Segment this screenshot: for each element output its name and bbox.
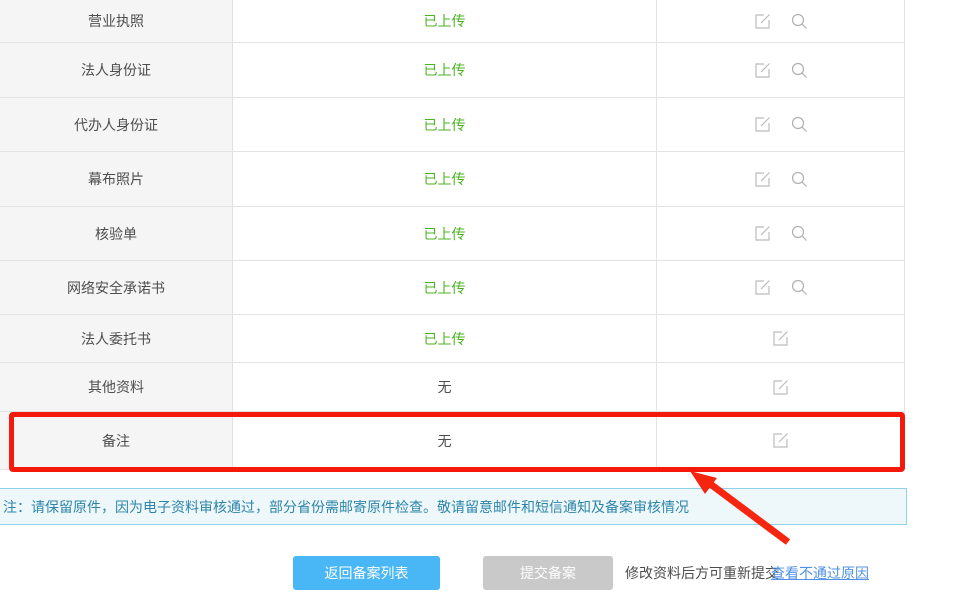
status-text: 无	[233, 363, 657, 411]
row-label: 幕布照片	[0, 152, 233, 206]
edit-icon[interactable]	[753, 12, 772, 31]
row-label: 其他资料	[0, 363, 233, 411]
table-row: 其他资料 无	[0, 363, 905, 412]
row-label: 代办人身份证	[0, 98, 233, 151]
status-text: 已上传	[233, 0, 657, 42]
table-row-remark: 备注 无	[0, 412, 905, 470]
magnifier-icon[interactable]	[790, 115, 809, 134]
row-label: 法人委托书	[0, 315, 233, 362]
edit-icon[interactable]	[771, 329, 790, 348]
edit-icon[interactable]	[753, 278, 772, 297]
submit-filing-button[interactable]: 提交备案	[483, 556, 613, 590]
status-text: 无	[233, 412, 657, 469]
note-bar: 注：请保留原件，因为电子资料审核通过，部分省份需邮寄原件检查。敬请留意邮件和短信…	[0, 488, 907, 525]
edit-icon[interactable]	[753, 170, 772, 189]
row-label: 网络安全承诺书	[0, 261, 233, 314]
row-label: 核验单	[0, 207, 233, 260]
note-text: 注：请保留原件，因为电子资料审核通过，部分省份需邮寄原件检查。敬请留意邮件和短信…	[0, 497, 689, 517]
view-rejection-reason-link[interactable]: 查看不通过原因	[771, 556, 869, 590]
status-text: 已上传	[233, 98, 657, 151]
document-table: 营业执照 已上传 法人身份证 已上传 代办人身份证 已上传 幕布照片 已上传 核…	[0, 0, 905, 470]
table-row: 法人委托书 已上传	[0, 315, 905, 363]
edit-icon[interactable]	[771, 378, 790, 397]
table-row: 代办人身份证 已上传	[0, 98, 905, 152]
magnifier-icon[interactable]	[790, 61, 809, 80]
status-text: 已上传	[233, 152, 657, 206]
edit-icon[interactable]	[753, 224, 772, 243]
row-label: 法人身份证	[0, 43, 233, 97]
table-row: 幕布照片 已上传	[0, 152, 905, 207]
row-label: 备注	[0, 412, 233, 469]
magnifier-icon[interactable]	[790, 12, 809, 31]
magnifier-icon[interactable]	[790, 224, 809, 243]
status-text: 已上传	[233, 43, 657, 97]
table-row: 法人身份证 已上传	[0, 43, 905, 98]
status-text: 已上传	[233, 261, 657, 314]
footer-actions: 返回备案列表 提交备案 修改资料后方可重新提交 查看不通过原因	[0, 556, 971, 590]
back-to-list-button[interactable]: 返回备案列表	[293, 556, 440, 590]
row-label: 营业执照	[0, 0, 233, 42]
status-text: 已上传	[233, 315, 657, 362]
table-row: 营业执照 已上传	[0, 0, 905, 43]
resubmit-hint-text: 修改资料后方可重新提交	[625, 556, 779, 590]
table-row: 核验单 已上传	[0, 207, 905, 261]
edit-icon[interactable]	[771, 431, 790, 450]
table-row: 网络安全承诺书 已上传	[0, 261, 905, 315]
status-text: 已上传	[233, 207, 657, 260]
magnifier-icon[interactable]	[790, 170, 809, 189]
edit-icon[interactable]	[753, 61, 772, 80]
magnifier-icon[interactable]	[790, 278, 809, 297]
edit-icon[interactable]	[753, 115, 772, 134]
